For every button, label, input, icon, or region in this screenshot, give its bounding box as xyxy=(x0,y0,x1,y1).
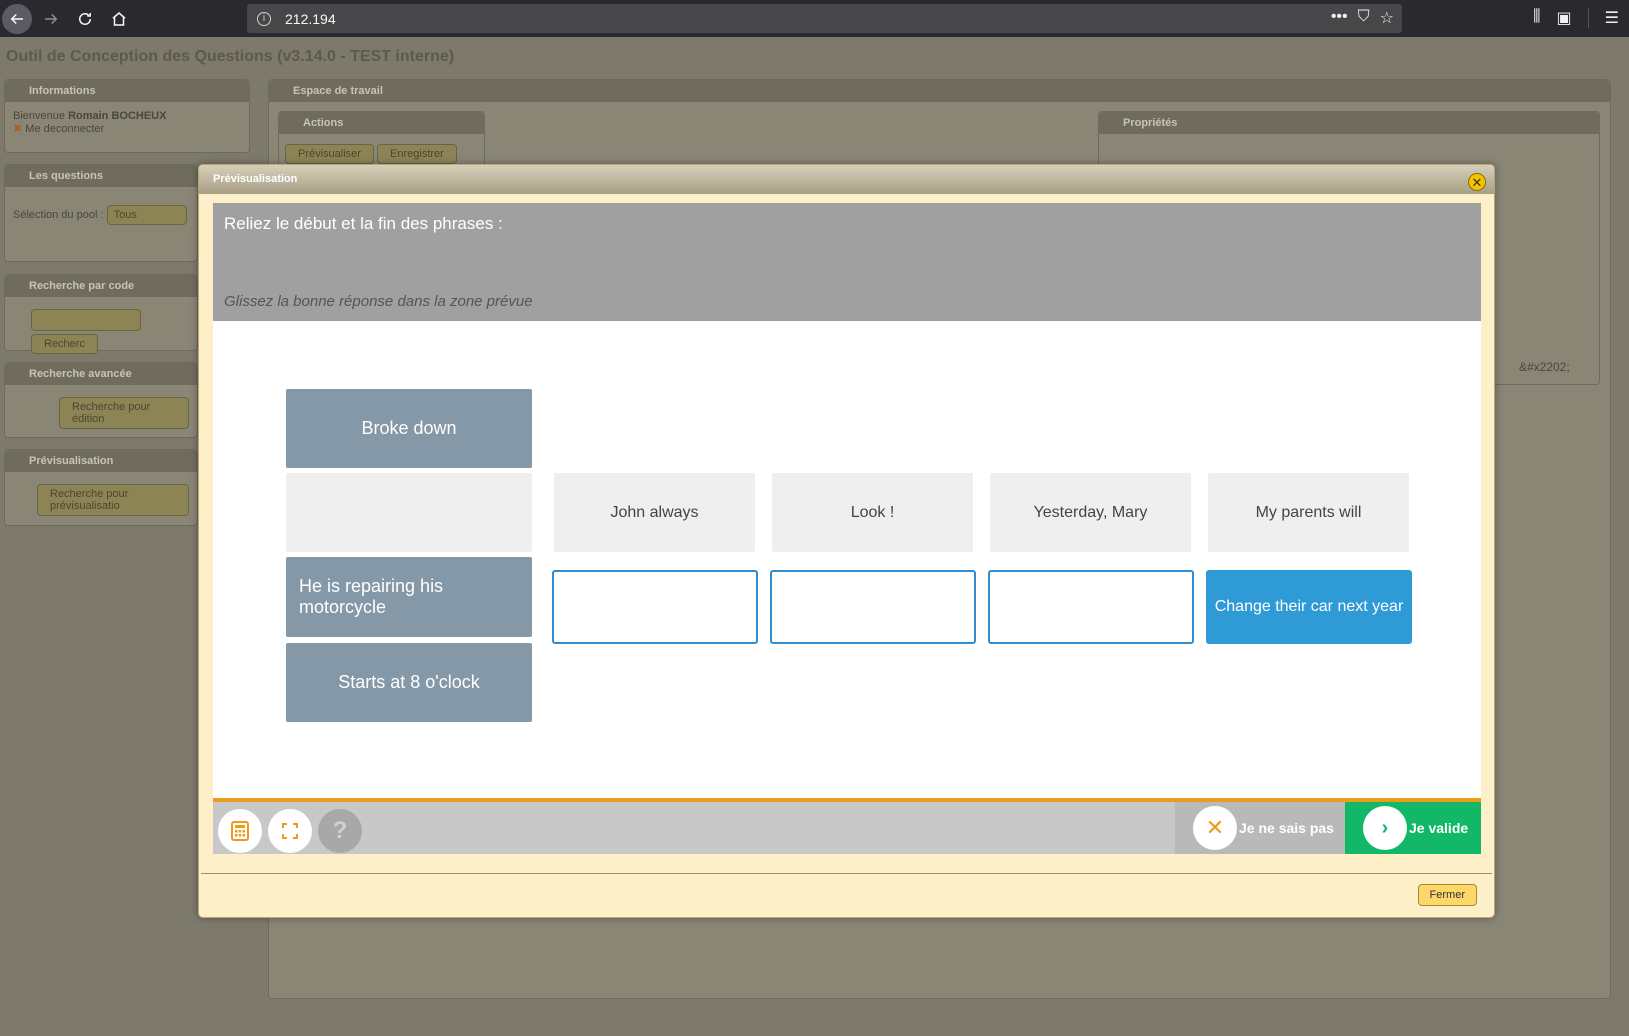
info-icon[interactable]: i xyxy=(257,11,271,26)
chevron-right-icon: › xyxy=(1363,806,1407,850)
library-icon[interactable]: ⫼ xyxy=(1533,8,1540,28)
validate-button[interactable]: › Je valide xyxy=(1345,802,1481,854)
pool-select[interactable]: Tous xyxy=(106,205,187,225)
question-mark-icon: ? xyxy=(332,817,348,844)
properties-trailing-text: &#x2202; xyxy=(1519,360,1570,374)
panel-title: Espace de travail xyxy=(269,80,1610,102)
source-slot-empty xyxy=(286,473,532,552)
reload-button[interactable] xyxy=(70,4,100,34)
logout-icon: ✖ xyxy=(13,123,23,135)
arrow-right-icon xyxy=(45,13,58,24)
source-tile[interactable]: Starts at 8 o'clock xyxy=(286,643,532,722)
code-search-input[interactable] xyxy=(31,309,141,331)
sidebar-icon[interactable]: ▣ xyxy=(1557,8,1572,28)
logout-link[interactable]: Me deconnecter xyxy=(25,123,104,135)
preview-panel: Prévisualisation Recherche pour prévisua… xyxy=(4,449,198,526)
bookmark-star-icon[interactable]: ☆ xyxy=(1380,8,1394,28)
code-search-panel: Recherche par code Recherc xyxy=(4,274,198,354)
browser-toolbar: i 212.194 ••• ⛉ ☆ ⫼ ▣ ☰ xyxy=(0,0,1629,37)
source-tile[interactable]: He is repairing his motorcycle xyxy=(286,557,532,637)
question-footer: ? ✕ Je ne sais pas › Je valide xyxy=(213,798,1481,854)
skip-label: Je ne sais pas xyxy=(1239,820,1334,836)
cross-icon: ✕ xyxy=(1193,806,1237,850)
panel-title: Recherche avancée xyxy=(5,363,197,385)
pocket-icon[interactable]: ⛉ xyxy=(1358,8,1370,28)
modal-close-button[interactable]: ✕ xyxy=(1468,173,1486,191)
fullscreen-icon xyxy=(282,823,298,839)
url-text: 212.194 xyxy=(285,10,336,27)
beginning-label: John always xyxy=(554,473,755,552)
hamburger-menu-icon[interactable]: ☰ xyxy=(1605,8,1619,28)
panel-title: Propriétés xyxy=(1099,112,1599,134)
actions-panel: Actions Prévisualiser Enregistrer xyxy=(278,111,485,171)
code-search-button[interactable]: Recherc xyxy=(31,334,98,354)
calculator-button[interactable] xyxy=(218,809,262,853)
toolbar-separator xyxy=(1587,8,1589,28)
home-icon xyxy=(112,11,126,26)
drop-zone[interactable] xyxy=(552,570,758,644)
drop-zone[interactable] xyxy=(770,570,976,644)
home-button[interactable] xyxy=(104,4,134,34)
welcome-text: Bienvenue xyxy=(13,110,65,122)
user-name: Romain BOCHEUX xyxy=(68,110,167,122)
drop-zone[interactable] xyxy=(988,570,1194,644)
validate-label: Je valide xyxy=(1409,820,1469,836)
save-action-button[interactable]: Enregistrer xyxy=(377,144,457,164)
back-button[interactable] xyxy=(2,3,32,34)
question-area: Reliez le début et la fin des phrases : … xyxy=(213,203,1481,854)
skip-button[interactable]: ✕ Je ne sais pas xyxy=(1175,802,1345,854)
calculator-icon xyxy=(231,821,249,841)
panel-title: Actions xyxy=(279,112,484,134)
preview-modal: Prévisualisation ✕ Reliez le début et la… xyxy=(198,164,1495,918)
app-title: Outil de Conception des Questions (v3.14… xyxy=(6,48,455,65)
fullscreen-button[interactable] xyxy=(268,809,312,853)
modal-divider xyxy=(201,873,1492,874)
panel-title: Informations xyxy=(5,80,249,102)
url-bar[interactable]: i 212.194 ••• ⛉ ☆ xyxy=(247,4,1402,33)
question-hint: Glissez la bonne réponse dans la zone pr… xyxy=(224,293,533,310)
beginning-label: My parents will xyxy=(1208,473,1409,552)
panel-title: Prévisualisation xyxy=(5,450,197,472)
preview-search-button[interactable]: Recherche pour prévisualisatio xyxy=(37,484,189,516)
question-header: Reliez le début et la fin des phrases : … xyxy=(213,203,1481,321)
source-tile[interactable]: Broke down xyxy=(286,389,532,468)
advanced-search-panel: Recherche avancée Recherche pour édition xyxy=(4,362,198,438)
drop-zone-filled[interactable]: Change their car next year xyxy=(1206,570,1412,644)
close-icon: ✕ xyxy=(1471,174,1483,190)
help-button[interactable]: ? xyxy=(318,809,362,853)
reload-icon xyxy=(79,12,91,25)
arrow-left-icon xyxy=(10,13,23,24)
beginning-label: Look ! xyxy=(772,473,973,552)
close-modal-button[interactable]: Fermer xyxy=(1417,884,1477,906)
question-instruction: Reliez le début et la fin des phrases : xyxy=(224,214,503,233)
panel-title: Les questions xyxy=(5,165,197,187)
more-actions-icon[interactable]: ••• xyxy=(1331,8,1348,28)
pool-label: Sélection du pool : xyxy=(13,209,104,221)
beginning-label: Yesterday, Mary xyxy=(990,473,1191,552)
edit-search-button[interactable]: Recherche pour édition xyxy=(59,397,189,429)
panel-title: Recherche par code xyxy=(5,275,197,297)
preview-action-button[interactable]: Prévisualiser xyxy=(285,144,374,164)
modal-title: Prévisualisation xyxy=(199,165,1494,194)
questions-panel: Les questions Sélection du pool : Tous xyxy=(4,164,198,262)
forward-button[interactable] xyxy=(36,4,66,34)
informations-panel: Informations Bienvenue Romain BOCHEUX ✖ … xyxy=(4,79,250,153)
